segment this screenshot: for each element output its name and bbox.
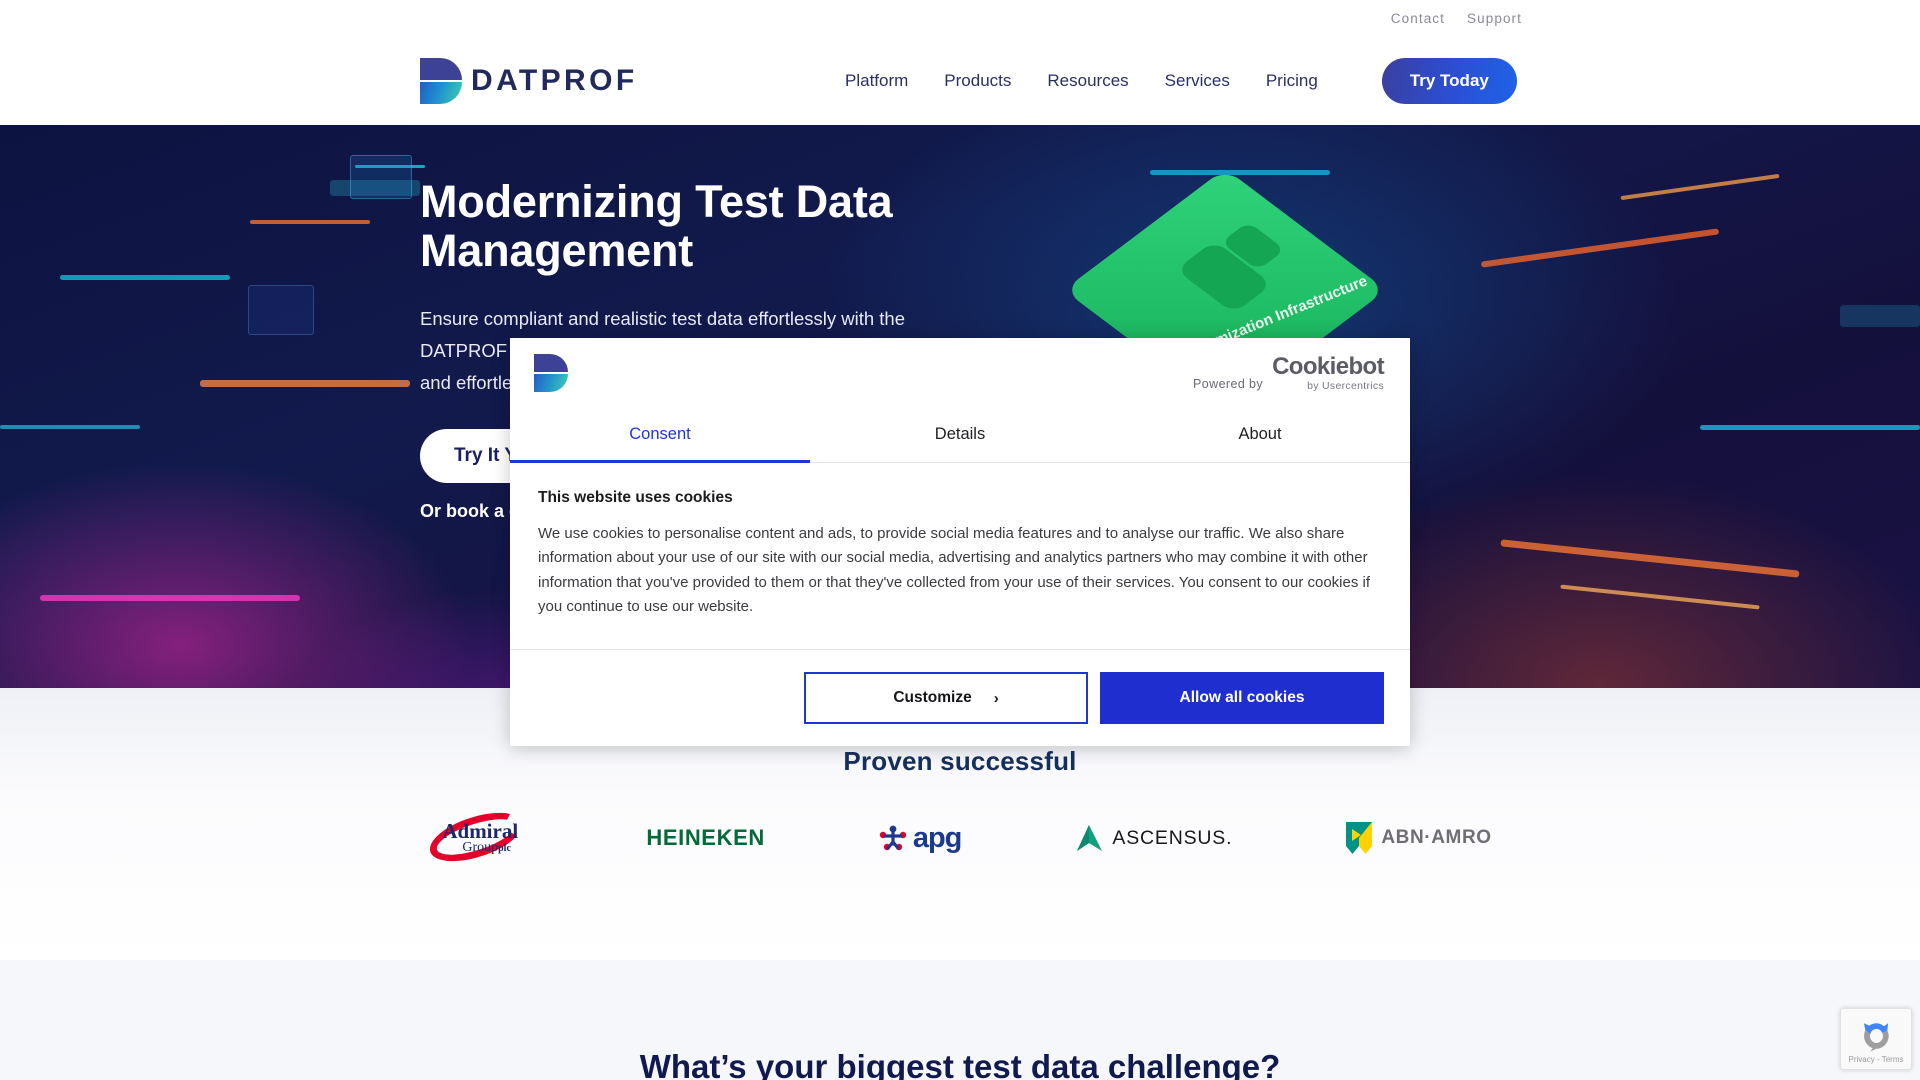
- logo-top-half: [420, 57, 462, 80]
- decor-streak: [250, 220, 370, 224]
- heineken-name: HEINEKEN: [646, 825, 765, 850]
- cookie-dialog-header: Powered by Cookiebot by Usercentrics: [510, 338, 1410, 408]
- decor-panel: [248, 285, 314, 335]
- client-logo-admiral: Admiral Groupplc: [424, 803, 532, 871]
- decor-streak: [1620, 173, 1780, 201]
- logo-bottom-half: [534, 374, 568, 392]
- bottom-section: What’s your biggest test data challenge?: [0, 960, 1920, 1080]
- client-logo-heineken: HEINEKEN: [646, 815, 765, 861]
- decor-streak: [1560, 584, 1760, 610]
- utility-link-contact[interactable]: Contact: [1391, 11, 1445, 26]
- brand-name: DATPROF: [471, 63, 638, 97]
- abnamro-shield-icon: [1346, 822, 1373, 854]
- decor-streak: [200, 380, 410, 387]
- client-logo-row: Admiral Groupplc HEINEKEN apg ASCENSUS. …: [0, 803, 1920, 871]
- cookie-consent-dialog: Powered by Cookiebot by Usercentrics Con…: [510, 338, 1410, 747]
- cookie-dialog-body: This website uses cookies We use cookies…: [510, 463, 1410, 649]
- abnamro-logo-icon: ABN·AMRO: [1346, 822, 1491, 854]
- logo-bottom-half: [420, 81, 462, 104]
- tab-about[interactable]: About: [1110, 408, 1410, 463]
- decor-streak: [1840, 305, 1920, 327]
- datprof-d-logo-icon: [420, 57, 462, 104]
- cookie-body-title: This website uses cookies: [538, 489, 733, 506]
- utility-link-support[interactable]: Support: [1467, 11, 1522, 26]
- datprof-d-logo-icon: [534, 354, 568, 392]
- page-root: Contact Support DATPROF Platform Product…: [0, 0, 1920, 1080]
- apg-figure-icon: [879, 825, 907, 851]
- main-navbar: DATPROF Platform Products Resources Serv…: [0, 36, 1920, 125]
- decor-panel: [350, 155, 412, 199]
- brand-logo[interactable]: DATPROF: [420, 57, 638, 104]
- admiral-group-label: Group: [462, 840, 499, 855]
- cookie-body-text: We use cookies to personalise content an…: [538, 525, 1371, 615]
- tab-details[interactable]: Details: [810, 408, 1110, 463]
- nav-item-products[interactable]: Products: [944, 71, 1011, 91]
- nav-links: Platform Products Resources Services Pri…: [845, 57, 1517, 104]
- apg-logo-icon: apg: [879, 822, 962, 855]
- decor-streak: [1480, 228, 1720, 268]
- recaptcha-icon: [1863, 1022, 1889, 1052]
- nav-item-resources[interactable]: Resources: [1047, 71, 1128, 91]
- ascensus-name: ASCENSUS.: [1112, 826, 1233, 849]
- client-logo-abnamro: ABN·AMRO: [1346, 815, 1491, 861]
- decor-streak: [1700, 425, 1920, 430]
- customize-label: Customize: [893, 689, 972, 707]
- cookie-dialog-tabs: Consent Details About: [510, 408, 1410, 463]
- ascensus-arrow-icon: [1077, 825, 1103, 851]
- try-today-button[interactable]: Try Today: [1381, 57, 1517, 104]
- nav-item-pricing[interactable]: Pricing: [1266, 71, 1318, 91]
- chevron-right-icon: ›: [993, 689, 999, 707]
- hero-title: Modernizing Test Data Management: [420, 176, 893, 276]
- client-logo-apg: apg: [879, 815, 962, 861]
- cookiebot-subtitle: by Usercentrics: [1307, 379, 1384, 392]
- nav-item-platform[interactable]: Platform: [845, 71, 908, 91]
- powered-by-label: Powered by: [1193, 377, 1264, 392]
- cookiebot-brand: Cookiebot by Usercentrics: [1272, 352, 1385, 392]
- client-logo-ascensus: ASCENSUS.: [1075, 815, 1232, 861]
- decor-streak: [40, 595, 300, 601]
- cookie-dialog-footer: Customize › Allow all cookies: [510, 649, 1410, 746]
- heineken-logo-icon: HEINEKEN: [646, 825, 765, 851]
- decor-streak: [60, 275, 230, 280]
- nav-item-services[interactable]: Services: [1165, 71, 1230, 91]
- tab-consent[interactable]: Consent: [510, 408, 810, 463]
- admiral-sub: Groupplc: [462, 840, 511, 856]
- bottom-section-title: What’s your biggest test data challenge?: [639, 1048, 1281, 1080]
- admiral-plc-label: plc: [498, 843, 511, 854]
- logo-top-half: [534, 354, 568, 372]
- recaptcha-label: Privacy - Terms: [1848, 1054, 1904, 1064]
- ascensus-logo-icon: ASCENSUS.: [1075, 824, 1232, 852]
- apg-name: apg: [912, 821, 963, 854]
- decor-streak: [0, 425, 140, 429]
- recaptcha-badge[interactable]: Privacy - Terms: [1840, 1008, 1912, 1070]
- abnamro-name: ABN·AMRO: [1381, 827, 1492, 848]
- admiral-logo-icon: Admiral Groupplc: [424, 803, 532, 871]
- powered-by-block: Powered by Cookiebot by Usercentrics: [1193, 352, 1385, 392]
- utility-bar: Contact Support: [0, 0, 1920, 36]
- customize-button[interactable]: Customize ›: [804, 672, 1088, 725]
- cookiebot-name: Cookiebot: [1272, 352, 1385, 380]
- allow-all-cookies-button[interactable]: Allow all cookies: [1100, 672, 1384, 725]
- decor-streak: [1500, 539, 1800, 578]
